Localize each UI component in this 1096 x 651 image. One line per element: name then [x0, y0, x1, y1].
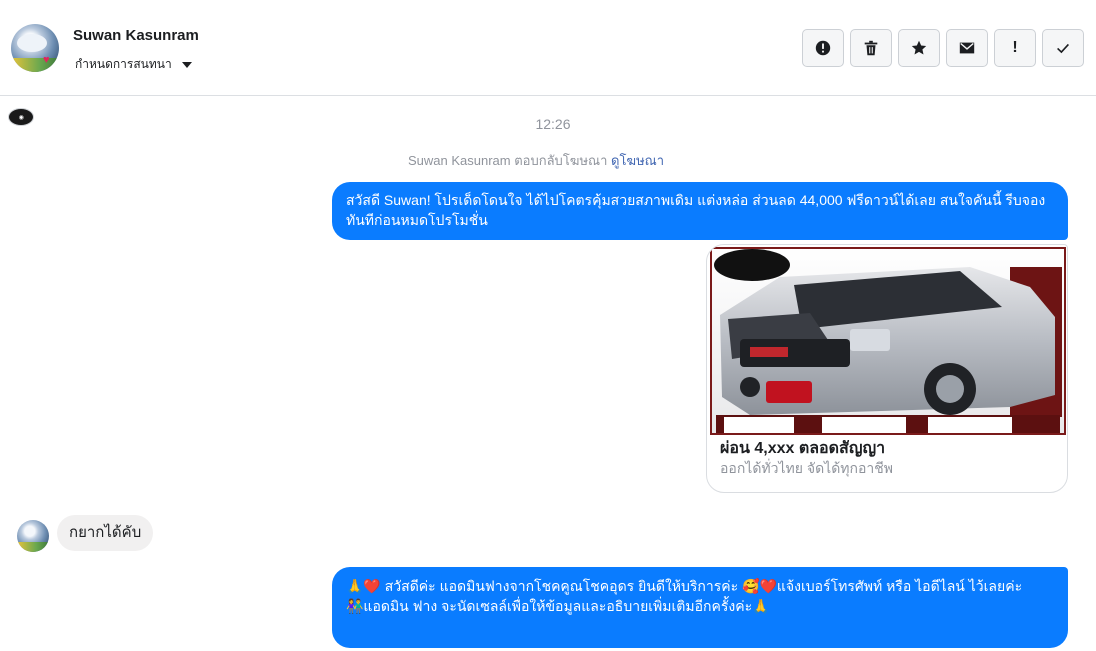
- star-icon: [911, 40, 927, 55]
- mark-unread-button[interactable]: [946, 29, 988, 67]
- message-timestamp: 12:26: [535, 116, 571, 132]
- star-button[interactable]: [898, 29, 940, 67]
- contact-name[interactable]: Suwan Kasunram: [73, 27, 199, 44]
- incoming-message[interactable]: กยากได้คับ: [57, 515, 154, 551]
- conversation-header: ♥ Suwan Kasunram กำหนดการสนทนา !: [0, 0, 1096, 96]
- message-text: สวัสดี Suwan! โปรเด็ดโดนใจ ได้ไปโคตรคุ้ม…: [346, 192, 1046, 228]
- exclamation-icon: !: [1012, 39, 1018, 56]
- ad-subtitle: ออกได้ทั่วไทย จัดได้ทุกอาชีพ: [720, 460, 894, 476]
- delete-button[interactable]: [850, 29, 892, 67]
- envelope-icon: [959, 42, 975, 54]
- trash-icon: [864, 40, 878, 56]
- contact-avatar[interactable]: ♥: [11, 24, 59, 72]
- ad-reply-text: Suwan Kasunram ตอบกลับโฆษณา: [408, 153, 608, 168]
- check-icon: [1057, 43, 1069, 54]
- message-text: กยากได้คับ: [69, 524, 142, 541]
- outgoing-message[interactable]: สวัสดี Suwan! โปรเด็ดโดนใจ ได้ไปโคตรคุ้ม…: [332, 182, 1068, 240]
- outgoing-message[interactable]: 🙏❤️ สวัสดีค่ะ แอดมินฟางจากโชคคูณโชคอุดร …: [332, 567, 1068, 648]
- caret-down-icon: [181, 61, 192, 68]
- conversation-toolbar: !: [802, 29, 1084, 67]
- important-button[interactable]: !: [994, 29, 1036, 67]
- alert-circle-icon: [815, 40, 831, 56]
- ad-card[interactable]: ผ่อน 4,xxx ตลอดสัญญา ออกได้ทั่วไทย จัดได…: [706, 244, 1068, 493]
- customer-avatar[interactable]: [17, 520, 49, 552]
- ad-image[interactable]: [710, 247, 1066, 435]
- report-button[interactable]: [802, 29, 844, 67]
- view-ad-link[interactable]: ดูโฆษณา: [611, 153, 664, 168]
- assign-conversation-dropdown[interactable]: กำหนดการสนทนา: [75, 55, 192, 74]
- message-line: 👫แอดมิน ฟาง จะนัดเซลล์เพื่อให้ข้อมูลและอ…: [346, 598, 770, 614]
- mark-done-button[interactable]: [1042, 29, 1084, 67]
- message-line: 🙏❤️ สวัสดีค่ะ แอดมินฟางจากโชคคูณโชคอุดร …: [346, 578, 1023, 594]
- assign-label: กำหนดการสนทนา: [75, 57, 172, 71]
- ad-reply-note: Suwan Kasunram ตอบกลับโฆษณา ดูโฆษณา: [408, 150, 664, 171]
- truck-photo: [710, 247, 1066, 435]
